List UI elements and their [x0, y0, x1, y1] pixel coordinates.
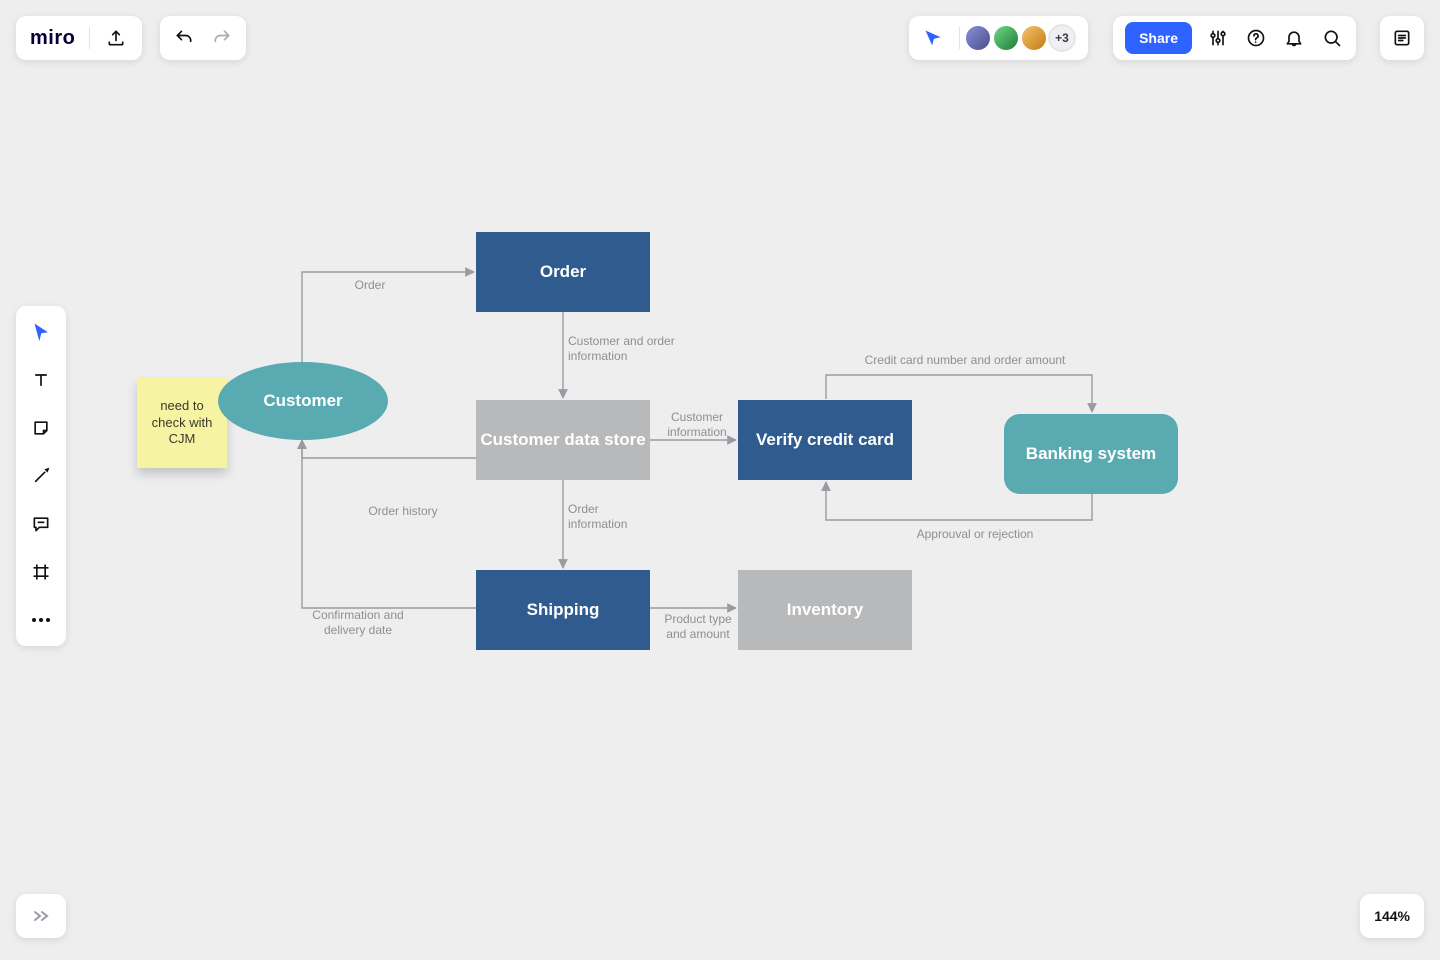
edge-label: Order information — [568, 502, 668, 532]
node-verify-credit-card[interactable]: Verify credit card — [738, 400, 912, 480]
node-label: Inventory — [787, 600, 864, 620]
sticky-note[interactable]: need to check with CJM — [137, 378, 227, 468]
node-label: Banking system — [1026, 444, 1156, 464]
node-label: Customer — [263, 391, 342, 411]
edge-label: Customer and order information — [568, 334, 698, 364]
edge-label: Credit card number and order amount — [830, 353, 1100, 368]
node-inventory[interactable]: Inventory — [738, 570, 912, 650]
node-label: Customer data store — [480, 430, 645, 450]
node-customer-data-store[interactable]: Customer data store — [476, 400, 650, 480]
edge-label: Approuval or rejection — [870, 527, 1080, 542]
canvas[interactable]: need to check with CJM Customer Order Cu… — [0, 0, 1440, 960]
node-label: Verify credit card — [756, 430, 894, 450]
sticky-note-text: need to check with CJM — [147, 398, 217, 449]
node-banking-system[interactable]: Banking system — [1004, 414, 1178, 494]
node-order[interactable]: Order — [476, 232, 650, 312]
node-shipping[interactable]: Shipping — [476, 570, 650, 650]
edge-label: Confirmation and delivery date — [278, 608, 438, 638]
edge-label: Order history — [343, 504, 463, 519]
edge-label: Order — [340, 278, 400, 293]
edge-label: Product type and amount — [648, 612, 748, 642]
node-label: Shipping — [527, 600, 600, 620]
edge-label: Customer information — [652, 410, 742, 440]
node-label: Order — [540, 262, 586, 282]
node-customer[interactable]: Customer — [218, 362, 388, 440]
